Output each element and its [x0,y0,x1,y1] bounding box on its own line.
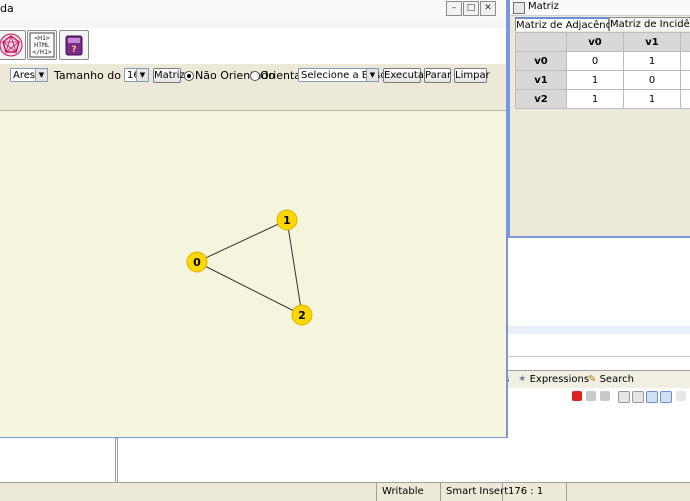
matrix-button[interactable]: Matriz [153,68,181,83]
matrix-window-titlebar: Matriz [510,0,690,16]
matrix-cell-overflow [681,90,690,109]
matrix-row-header: v2 [516,90,567,109]
chevron-down-icon: ▼ [35,69,47,81]
new-console-icon[interactable] [618,391,630,403]
pin-console-icon[interactable] [646,391,658,403]
status-cursor-position: 176 : 1 [502,483,568,501]
view-toolbar [508,388,690,406]
graph-vertex-label: 2 [298,309,306,322]
radius-select[interactable]: 16 ▼ [124,68,149,82]
status-insert-mode: Smart Insert [440,483,504,501]
window-app-icon [513,2,525,14]
remove-launch-icon[interactable] [586,391,596,401]
controls-bar: Aresta ▼ Tamanho do raio 16 ▼ Matriz Não… [0,64,506,110]
adjacency-matrix-table: v0v1v001v110v211 [515,32,690,109]
matrix-header-row: v0v1 [516,33,690,52]
matrix-cell-overflow [681,52,690,71]
element-type-select[interactable]: Aresta ▼ [10,68,48,82]
matrix-column-header: v1 [624,33,681,52]
editor-area[interactable] [508,236,690,372]
search-algorithm-select[interactable]: Selecione a Busca ▼ [298,68,379,82]
matrix-row-header: v0 [516,52,567,71]
editor-current-line [508,326,690,334]
status-empty [566,483,632,501]
maximize-icon[interactable]: □ [463,1,479,16]
graph-edge[interactable] [197,262,302,315]
terminate-icon[interactable] [572,391,582,401]
view-menu-icon[interactable] [676,391,686,401]
matrix-window: Matriz Matriz de Adjacência Matriz de In… [508,0,690,238]
directed-radio[interactable] [250,71,260,81]
matrix-cell[interactable]: 0 [624,71,681,90]
graph-edge[interactable] [287,220,302,315]
matrix-row: v110 [516,71,690,90]
copy-icon[interactable] [632,391,644,403]
matrix-corner-cell [516,33,567,52]
graph-edge[interactable] [197,220,287,262]
html-icon[interactable]: <H1> HTML </H1> [27,30,57,60]
display-console-icon[interactable] [660,391,672,403]
book-icon[interactable]: ? [59,30,89,60]
tool-icon-bar: <H1> HTML </H1> ? [0,28,506,65]
chevron-down-icon: ▼ [136,69,148,81]
tab-search[interactable]: ✎ Search [586,373,636,387]
matrix-row: v211 [516,90,690,109]
panel-divider [508,356,690,357]
matrix-cell[interactable]: 1 [624,52,681,71]
matrix-row-header: v1 [516,71,567,90]
close-icon[interactable]: ✕ [480,1,496,16]
graph-canvas[interactable]: 0 1 2 [0,110,506,437]
graph-vertices: 0 1 2 [187,210,312,325]
menu-bar [0,18,506,28]
svg-text:?: ? [71,45,76,55]
window-title: da [0,2,14,15]
status-writable: Writable [376,483,442,501]
matrix-cell-overflow [681,71,690,90]
search-icon: ✎ [588,374,596,385]
bottom-pane [117,438,690,482]
chevron-down-icon: ▼ [366,69,378,81]
remove-all-icon[interactable] [600,391,610,401]
tab-incidence-matrix[interactable]: Matriz de Incidência [609,17,690,31]
graph-edges [197,220,302,315]
matrix-cell[interactable]: 1 [567,71,624,90]
graph-vertex-label: 1 [283,214,291,227]
expressions-icon: ✶ [518,374,526,385]
pentagon-icon[interactable] [0,30,26,60]
matrix-column-header: v0 [567,33,624,52]
matrix-cell[interactable]: 1 [567,90,624,109]
tab-adjacency-matrix[interactable]: Matriz de Adjacência [515,17,609,31]
matrix-cell[interactable]: 1 [624,90,681,109]
matrix-row: v001 [516,52,690,71]
stop-button[interactable]: Parar [424,68,451,83]
minimize-icon[interactable]: – [446,1,462,16]
undirected-radio[interactable] [184,71,194,81]
view-tabs: s ✶ Expressions ✎ Search [500,370,690,389]
matrix-column-header-overflow [681,33,690,52]
clear-button[interactable]: Limpar [454,68,487,83]
graph-vertex-label: 0 [193,256,201,269]
matrix-cell[interactable]: 0 [567,52,624,71]
svg-text:</H1>: </H1> [32,48,52,56]
matrix-window-title: Matriz [528,1,559,12]
graph-drawing: 0 1 2 [0,111,506,437]
tab-expressions[interactable]: ✶ Expressions [516,373,591,387]
execute-button[interactable]: Executar [383,68,421,83]
graph-window-titlebar: da – □ ✕ [0,0,506,19]
bottom-left-pane [0,438,116,482]
status-bar: Writable Smart Insert 176 : 1 [0,482,690,501]
graph-window: da – □ ✕ <H1> HTML </H1> ? [0,0,508,438]
